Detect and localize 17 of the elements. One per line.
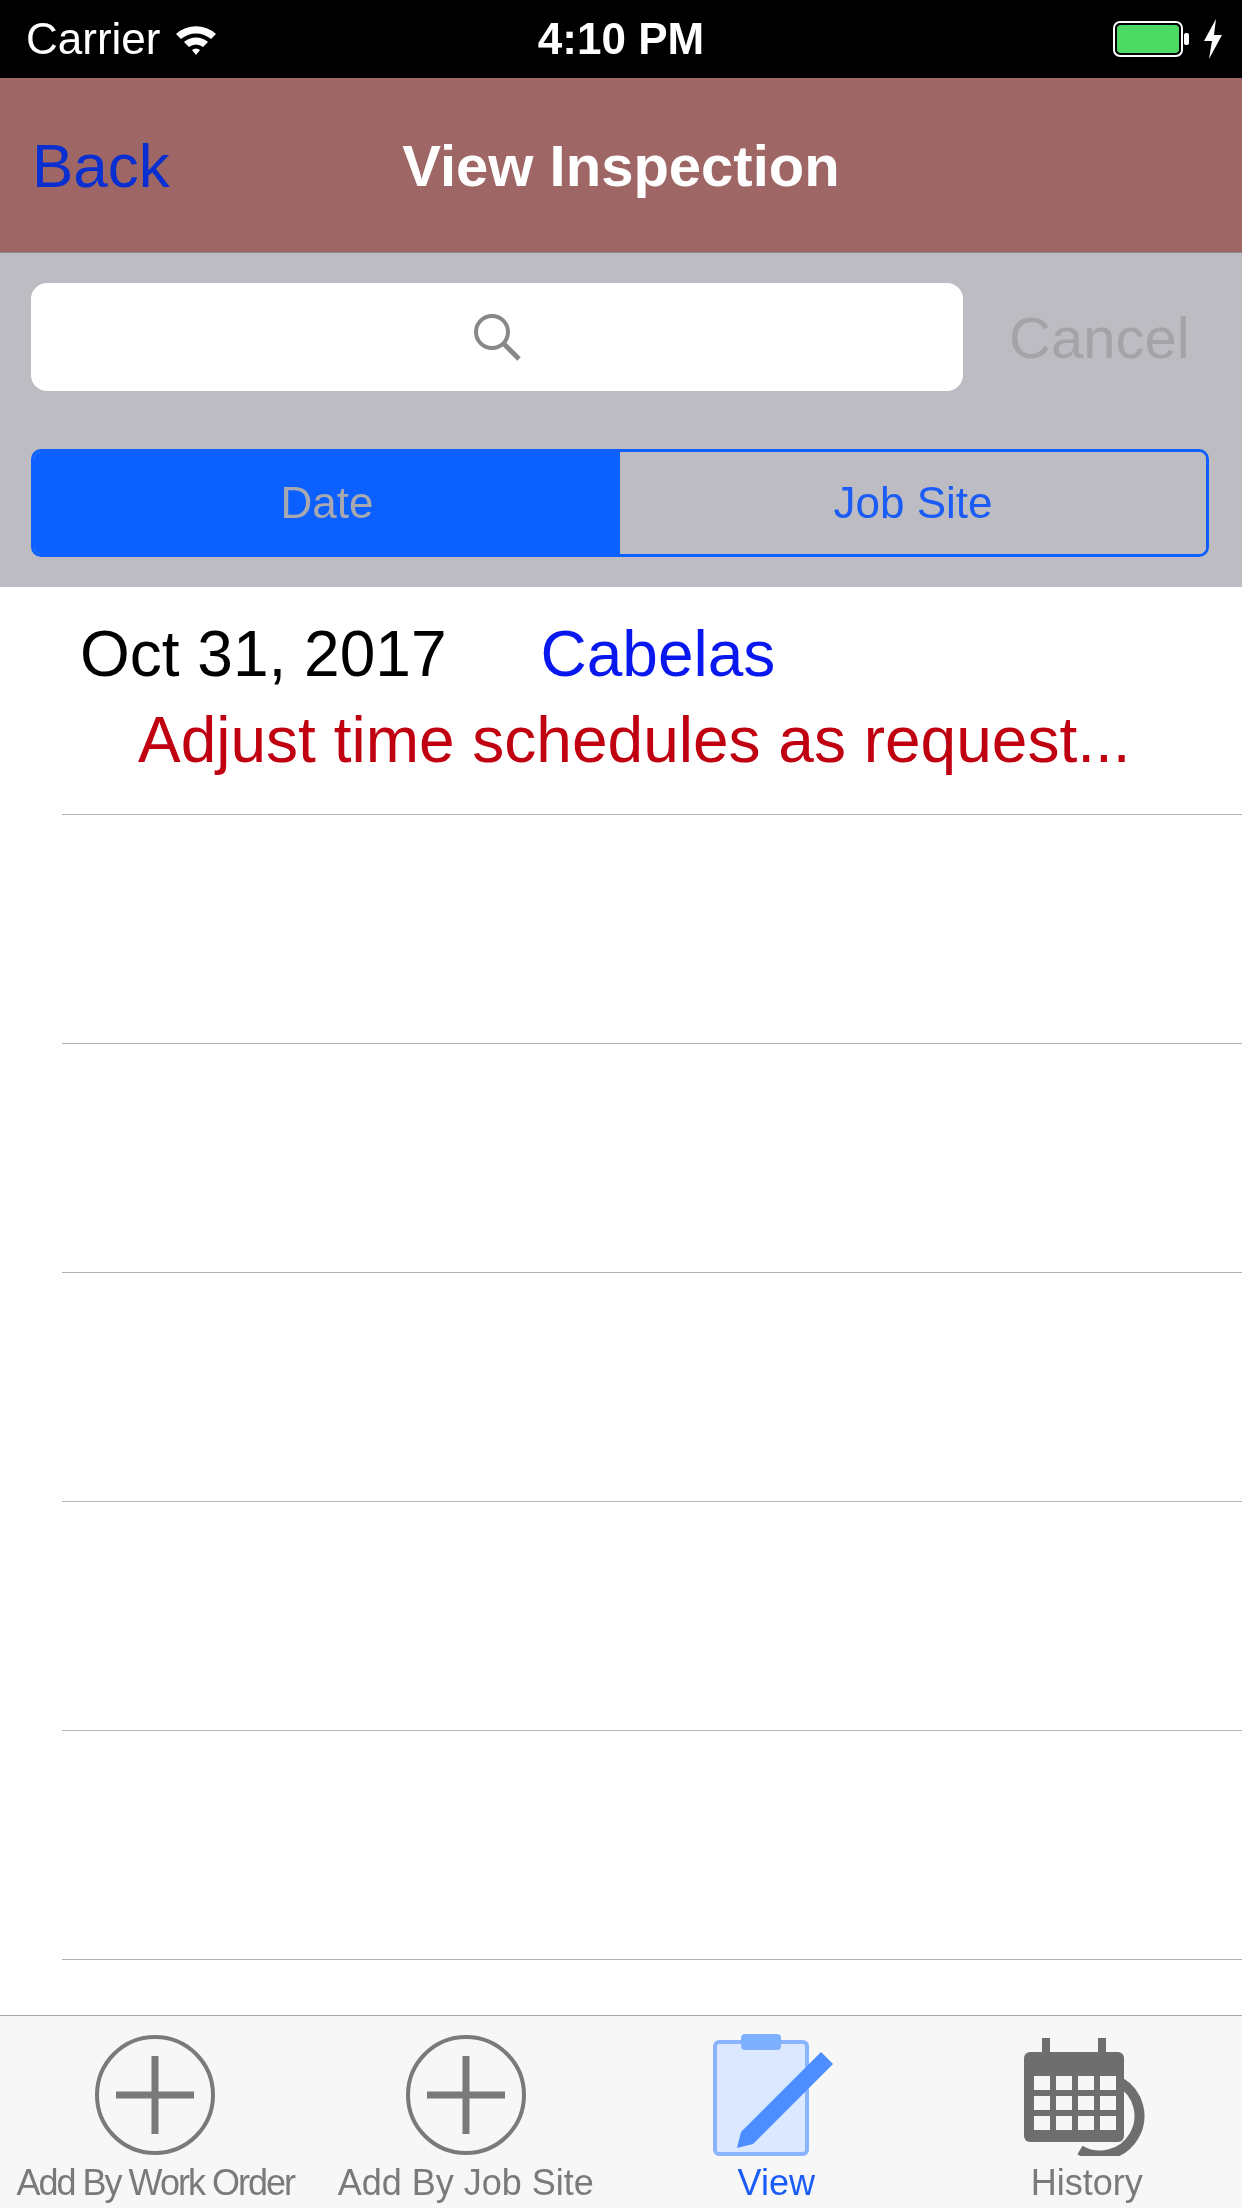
tab-bar-item[interactable]: Add By Job Site [310, 2016, 621, 2208]
plus-circle-icon [404, 2034, 527, 2156]
job-site-name: Cabelas [540, 617, 776, 691]
screen-title: View Inspection [402, 132, 840, 198]
segment-tab[interactable]: Date [34, 452, 620, 554]
tab-bar-item[interactable]: View [621, 2016, 932, 2208]
inspection-date: Oct 31, 2017 [80, 617, 447, 691]
clock-time: 4:10 PM [537, 14, 705, 63]
charging-icon [1202, 19, 1224, 59]
battery-icon [1112, 20, 1192, 58]
carrier-label: Carrier [26, 14, 161, 64]
plus-circle-icon [94, 2034, 217, 2156]
tab-bar-item[interactable]: History [931, 2016, 1242, 2208]
search-field[interactable] [31, 283, 963, 391]
tab-bar-item[interactable]: Add By Work Order [0, 2016, 311, 2208]
search-icon [471, 311, 523, 363]
inspection-description: Adjust time schedules as request... [138, 703, 1132, 777]
